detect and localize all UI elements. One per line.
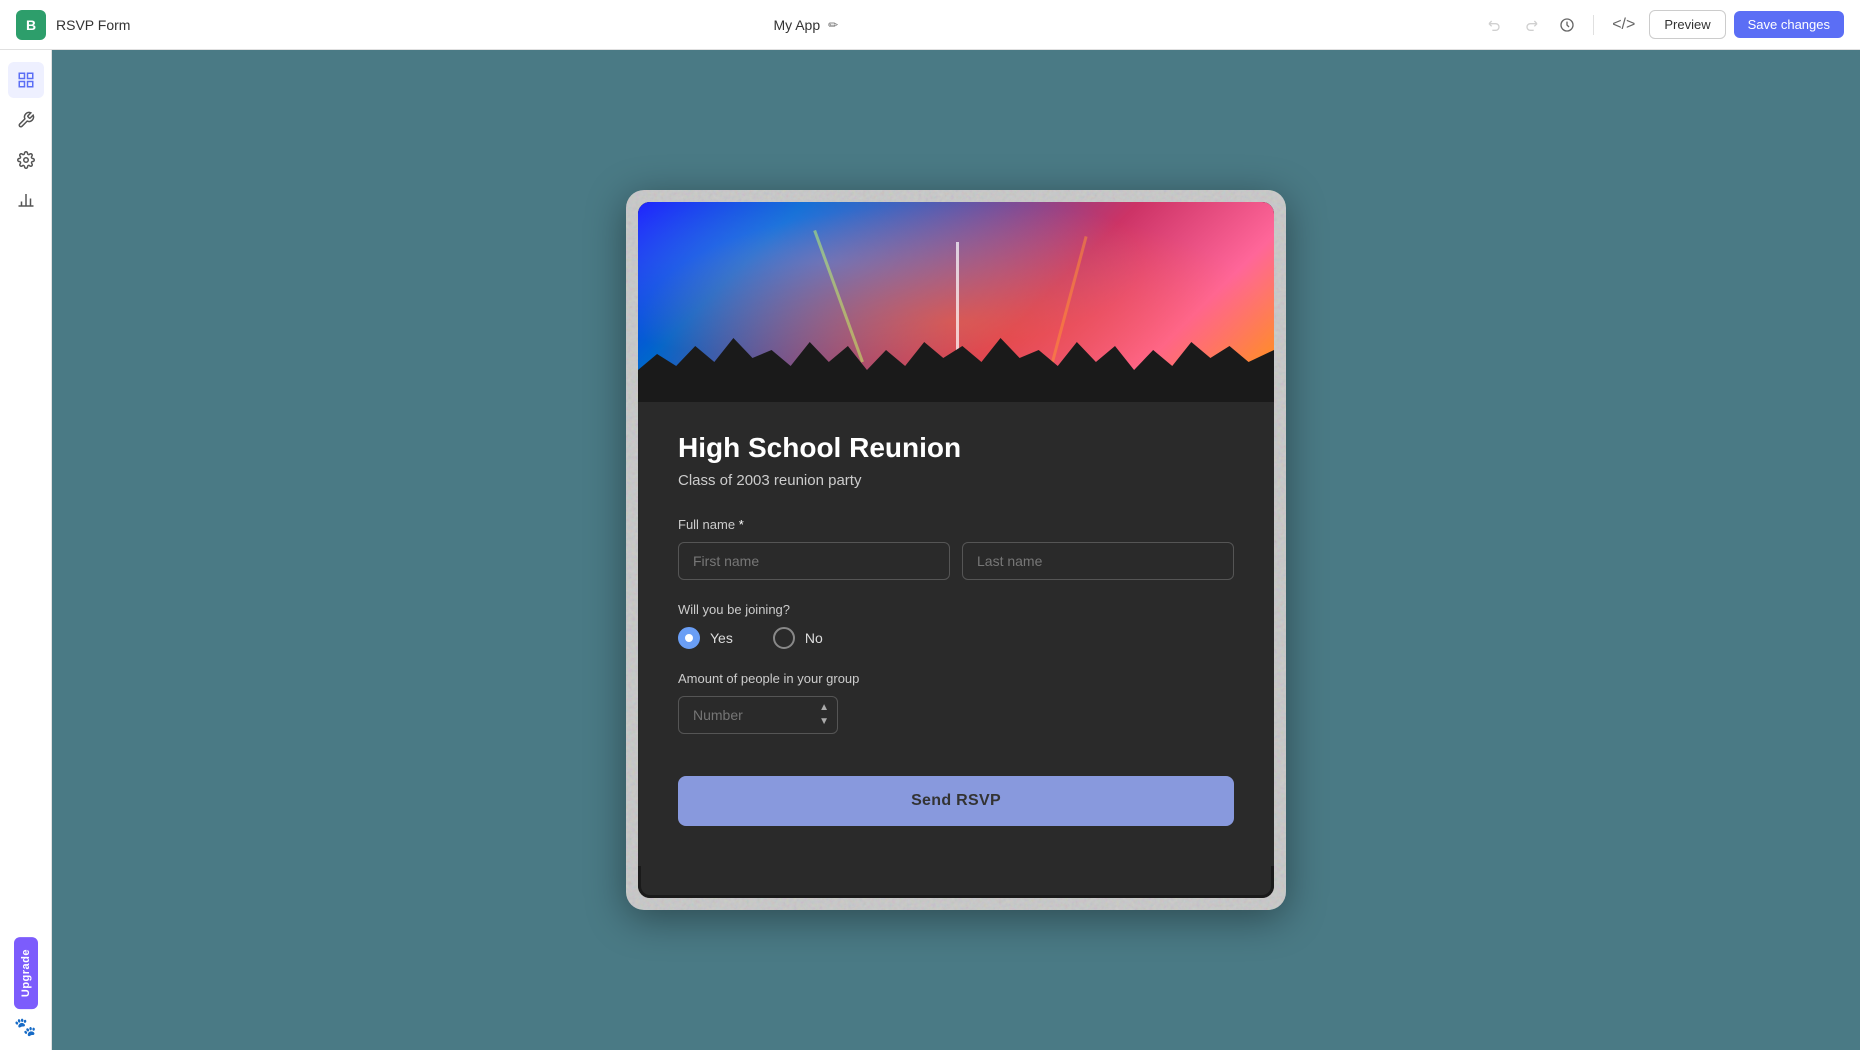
full-name-label: Full name * bbox=[678, 517, 1234, 532]
spinner-up[interactable]: ▲ bbox=[818, 702, 830, 714]
save-button[interactable]: Save changes bbox=[1734, 11, 1844, 38]
app-logo: B bbox=[16, 10, 46, 40]
radio-no-label: No bbox=[805, 630, 823, 646]
radio-yes[interactable]: Yes bbox=[678, 627, 733, 649]
stage-light-2 bbox=[956, 242, 959, 362]
required-marker: * bbox=[739, 517, 744, 532]
form-content: High School Reunion Class of 2003 reunio… bbox=[638, 402, 1274, 866]
spinner-buttons: ▲ ▼ bbox=[818, 702, 830, 728]
sidebar-bottom: Upgrade 🐾 bbox=[14, 937, 38, 1038]
last-name-input[interactable] bbox=[962, 542, 1234, 580]
joining-label: Will you be joining? bbox=[678, 602, 1234, 617]
topbar-divider bbox=[1593, 15, 1594, 35]
topbar: B RSVP Form My App ✏ </> Preview Save ch… bbox=[0, 0, 1860, 50]
history-button[interactable] bbox=[1553, 11, 1581, 39]
radio-yes-circle[interactable] bbox=[678, 627, 700, 649]
sidebar-item-settings[interactable] bbox=[8, 142, 44, 178]
spinner-down[interactable]: ▼ bbox=[818, 716, 830, 728]
redo-button[interactable] bbox=[1517, 11, 1545, 39]
radio-yes-label: Yes bbox=[710, 630, 733, 646]
radio-no[interactable]: No bbox=[773, 627, 823, 649]
sidebar-item-grid[interactable] bbox=[8, 62, 44, 98]
full-name-group: Full name * bbox=[678, 517, 1234, 580]
paw-icon: 🐾 bbox=[14, 1017, 36, 1038]
undo-button[interactable] bbox=[1481, 11, 1509, 39]
app-name: RSVP Form bbox=[56, 17, 130, 33]
name-input-row bbox=[678, 542, 1234, 580]
main-canvas: High School Reunion Class of 2003 reunio… bbox=[52, 50, 1860, 1050]
outer-frame: High School Reunion Class of 2003 reunio… bbox=[626, 190, 1286, 910]
form-subtitle: Class of 2003 reunion party bbox=[678, 472, 1234, 489]
radio-group: Yes No bbox=[678, 627, 1234, 649]
device-frame: High School Reunion Class of 2003 reunio… bbox=[638, 202, 1274, 898]
edit-icon[interactable]: ✏ bbox=[828, 18, 838, 32]
number-input[interactable] bbox=[678, 696, 838, 734]
sidebar-item-analytics[interactable] bbox=[8, 182, 44, 218]
code-button[interactable]: </> bbox=[1606, 10, 1641, 40]
hero-image bbox=[638, 202, 1274, 402]
center-title: My App bbox=[773, 17, 820, 33]
topbar-left: B RSVP Form bbox=[16, 10, 130, 40]
number-input-wrap: ▲ ▼ bbox=[678, 696, 838, 734]
topbar-center: My App ✏ bbox=[773, 17, 838, 33]
group-size-group: Amount of people in your group ▲ ▼ bbox=[678, 671, 1234, 734]
sidebar-item-tools[interactable] bbox=[8, 102, 44, 138]
preview-button[interactable]: Preview bbox=[1649, 10, 1725, 39]
sidebar: Upgrade 🐾 bbox=[0, 50, 52, 1050]
first-name-input[interactable] bbox=[678, 542, 950, 580]
form-title: High School Reunion bbox=[678, 432, 1234, 464]
send-rsvp-button[interactable]: Send RSVP bbox=[678, 776, 1234, 826]
radio-no-circle[interactable] bbox=[773, 627, 795, 649]
topbar-right: </> Preview Save changes bbox=[1481, 10, 1844, 40]
upgrade-button[interactable]: Upgrade bbox=[14, 937, 38, 1009]
joining-group: Will you be joining? Yes No bbox=[678, 602, 1234, 649]
group-size-label: Amount of people in your group bbox=[678, 671, 1234, 686]
